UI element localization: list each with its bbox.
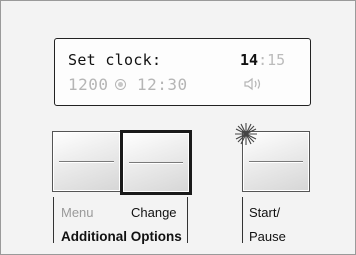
- change-label: Change: [131, 205, 177, 220]
- menu-button[interactable]: [52, 131, 121, 192]
- divider-middle: [187, 197, 188, 243]
- menu-label: Menu: [61, 205, 94, 220]
- flashing-indicator-icon: [235, 123, 257, 145]
- clock-separator: :: [258, 51, 268, 69]
- clock-minute: 15: [267, 51, 286, 69]
- pause-label: Pause: [249, 229, 286, 244]
- clock-hour: 14: [240, 51, 259, 69]
- divider-left: [53, 197, 54, 243]
- change-button[interactable]: [120, 130, 192, 195]
- display-title: Set clock:: [68, 51, 162, 69]
- spin-speed-icon: [115, 79, 126, 90]
- speaker-icon: [244, 77, 261, 91]
- start-pause-button[interactable]: [235, 123, 310, 192]
- lcd-display: Set clock: 14:15 1200 12:30: [54, 38, 311, 106]
- spin-speed-value: 1200: [68, 75, 109, 94]
- divider-start: [242, 197, 243, 243]
- start-label: Start/: [249, 205, 281, 220]
- end-time-value: 12:30: [137, 75, 188, 94]
- clock-readout: 14:15: [240, 51, 285, 69]
- additional-options-label: Additional Options: [61, 229, 182, 244]
